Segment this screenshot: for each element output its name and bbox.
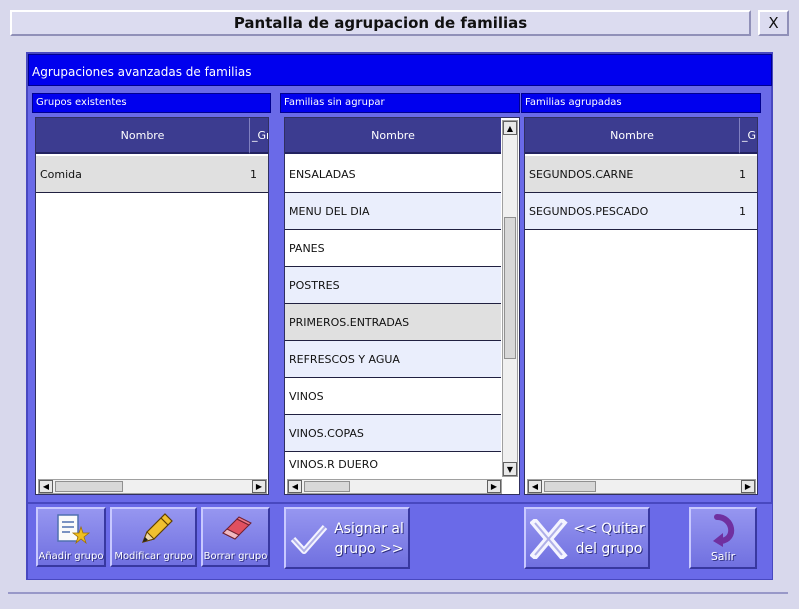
groups-horizontal-scrollbar[interactable]: ◀ ▶ — [38, 479, 267, 494]
list-item[interactable]: VINOS.R DUERO — [285, 452, 501, 476]
ungrouped-section-header: Familias sin agrupar — [280, 93, 520, 113]
check-icon — [290, 525, 328, 554]
close-icon: X — [768, 14, 779, 32]
window-title-bar: Pantalla de agrupacion de familias — [10, 10, 751, 36]
assign-label-line2: grupo >> — [334, 541, 404, 557]
table-row[interactable]: SEGUNDOS.PESCADO 1 — [525, 193, 757, 230]
return-arrow-icon — [713, 514, 734, 547]
exit-label: Salir — [710, 550, 736, 563]
scroll-left-icon[interactable]: ◀ — [528, 480, 542, 493]
divider — [8, 592, 788, 594]
list-item[interactable]: VINOS.COPAS — [285, 415, 501, 452]
table-row[interactable]: Comida 1 — [36, 156, 268, 193]
scroll-thumb[interactable] — [304, 481, 350, 492]
remove-from-group-button[interactable]: << Quitar del grupo — [524, 507, 650, 569]
list-item[interactable]: POSTRES — [285, 267, 501, 304]
scroll-thumb[interactable] — [544, 481, 596, 492]
pencil-icon — [141, 513, 173, 543]
list-item[interactable]: PRIMEROS.ENTRADAS — [285, 304, 501, 341]
assign-label-line1: Asignar al — [334, 521, 404, 537]
scroll-right-icon[interactable]: ▶ — [487, 480, 501, 493]
exit-button[interactable]: Salir — [689, 507, 757, 569]
add-group-button[interactable]: Añadir grupo — [36, 507, 106, 567]
scroll-up-icon[interactable]: ▲ — [503, 121, 517, 135]
groups-section-header: Grupos existentes — [32, 93, 271, 113]
grouped-horizontal-scrollbar[interactable]: ◀ ▶ — [527, 479, 756, 494]
groups-col-name-header[interactable]: Nombre — [36, 118, 249, 154]
list-item[interactable]: REFRESCOS Y AGUA — [285, 341, 501, 378]
groups-col-count-header[interactable]: _Gr — [249, 118, 268, 154]
ungrouped-grid: Nombre ENSALADAS MENU DEL DIA PANES POST… — [284, 117, 520, 495]
ungrouped-vertical-scrollbar[interactable]: ▲ ▼ — [502, 120, 518, 477]
scroll-right-icon[interactable]: ▶ — [252, 480, 266, 493]
remove-label-line1: << Quitar — [573, 521, 645, 537]
scroll-thumb[interactable] — [55, 481, 123, 492]
group-count-cell: 1 — [250, 167, 257, 181]
scroll-down-icon[interactable]: ▼ — [503, 462, 517, 476]
main-header: Agrupaciones avanzadas de familias — [28, 54, 772, 86]
list-item[interactable]: ENSALADAS — [285, 156, 501, 193]
grouped-section-header: Familias agrupadas — [521, 93, 761, 113]
ungrouped-col-name-header[interactable]: Nombre — [285, 118, 501, 154]
list-item[interactable]: PANES — [285, 230, 501, 267]
groups-grid: Nombre _Gr Comida 1 ◀ ▶ — [35, 117, 269, 495]
scroll-left-icon[interactable]: ◀ — [39, 480, 53, 493]
scroll-thumb[interactable] — [504, 217, 516, 359]
assign-to-group-button[interactable]: Asignar al grupo >> — [284, 507, 410, 569]
delete-group-label: Borrar grupo — [203, 551, 268, 562]
scroll-right-icon[interactable]: ▶ — [741, 480, 755, 493]
window-title: Pantalla de agrupacion de familias — [233, 14, 528, 32]
group-name-cell: Comida — [40, 167, 82, 181]
grouped-col-count-header[interactable]: _Gr — [739, 118, 757, 154]
x-icon — [530, 519, 568, 559]
delete-group-button[interactable]: Borrar grupo — [201, 507, 270, 567]
add-group-label: Añadir grupo — [38, 551, 104, 562]
table-row[interactable]: SEGUNDOS.CARNE 1 — [525, 156, 757, 193]
modify-group-label: Modificar grupo — [114, 551, 193, 562]
list-item[interactable]: MENU DEL DIA — [285, 193, 501, 230]
modify-group-button[interactable]: Modificar grupo — [110, 507, 197, 567]
close-button[interactable]: X — [758, 10, 789, 36]
list-item[interactable]: VINOS — [285, 378, 501, 415]
ungrouped-horizontal-scrollbar[interactable]: ◀ ▶ — [287, 479, 502, 494]
remove-label-line2: del grupo — [575, 541, 643, 557]
grouped-grid: Nombre _Gr SEGUNDOS.CARNE 1 SEGUNDOS.PES… — [524, 117, 758, 495]
eraser-icon — [222, 516, 252, 540]
scroll-left-icon[interactable]: ◀ — [288, 480, 302, 493]
add-document-icon — [57, 514, 90, 545]
grouped-col-name-header[interactable]: Nombre — [525, 118, 739, 154]
